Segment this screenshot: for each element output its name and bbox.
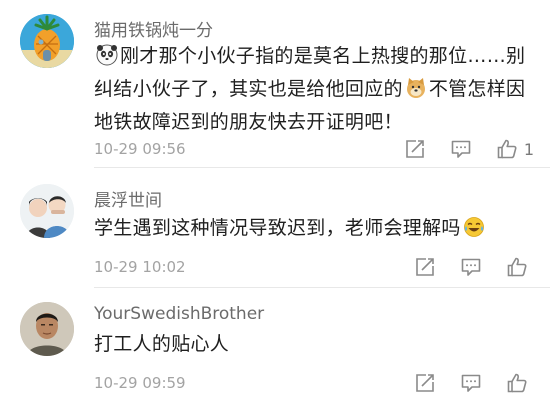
man-portrait-avatar-icon (20, 302, 74, 356)
like-button[interactable]: 1 (496, 138, 534, 160)
thumbs-up-icon (507, 373, 527, 393)
avatar[interactable] (20, 184, 74, 238)
comment-actions (390, 254, 534, 280)
panda-emoji-icon (96, 44, 118, 66)
comment-item: YourSwedishBrother 打工人的贴心人 10-29 09:59 (0, 288, 550, 402)
comment-timestamp: 10-29 09:56 (94, 140, 186, 158)
comment-text: 学生遇到这种情况导致迟到，老师会理解吗 (94, 212, 534, 245)
repost-button[interactable] (404, 138, 426, 160)
repost-icon (406, 140, 424, 158)
thumbs-up-icon (507, 257, 527, 277)
laugh-cry-emoji-icon (463, 216, 485, 238)
repost-icon (416, 374, 434, 392)
avatar[interactable] (20, 302, 74, 356)
two-people-photo-avatar-icon (20, 184, 74, 238)
repost-button[interactable] (414, 372, 436, 394)
spongebob-pineapple-house-avatar-icon (20, 14, 74, 68)
comment-item: 晨浮世间 学生遇到这种情况导致迟到，老师会理解吗 10-29 10:02 (0, 168, 550, 288)
comment-actions: 1 (380, 136, 534, 162)
comment-button[interactable] (460, 256, 482, 278)
comment-text: 刚才那个小伙子指的是莫名上热搜的那位……别纠结小伙子了，其实也是给他回应的 不管… (94, 40, 534, 139)
comment-username[interactable]: 猫用铁锅炖一分 (94, 16, 213, 41)
comment-timestamp: 10-29 10:02 (94, 258, 186, 276)
comment-button[interactable] (460, 372, 482, 394)
comment-button[interactable] (450, 138, 472, 160)
comment-text: 打工人的贴心人 (94, 328, 534, 361)
avatar[interactable] (20, 14, 74, 68)
comment-item: 猫用铁锅炖一分 刚才那个小伙子指的是莫名上热搜的那位……别纠结小伙子了，其实也是… (0, 0, 550, 168)
comment-username[interactable]: 晨浮世间 (94, 186, 162, 211)
repost-button[interactable] (414, 256, 436, 278)
repost-icon (416, 258, 434, 276)
comment-timestamp: 10-29 09:59 (94, 374, 186, 392)
doge-emoji-icon (405, 77, 427, 99)
comment-username[interactable]: YourSwedishBrother (94, 304, 264, 324)
like-button[interactable] (506, 256, 534, 278)
like-count: 1 (523, 139, 534, 159)
comment-icon (461, 374, 481, 392)
comment-icon (451, 140, 471, 158)
like-button[interactable] (506, 372, 534, 394)
comment-actions (390, 370, 534, 396)
comment-icon (461, 258, 481, 276)
thumbs-up-icon (497, 139, 517, 159)
comment-text-content: 打工人的贴心人 (94, 333, 230, 355)
comment-text-content: 学生遇到这种情况导致迟到，老师会理解吗 (94, 217, 461, 239)
